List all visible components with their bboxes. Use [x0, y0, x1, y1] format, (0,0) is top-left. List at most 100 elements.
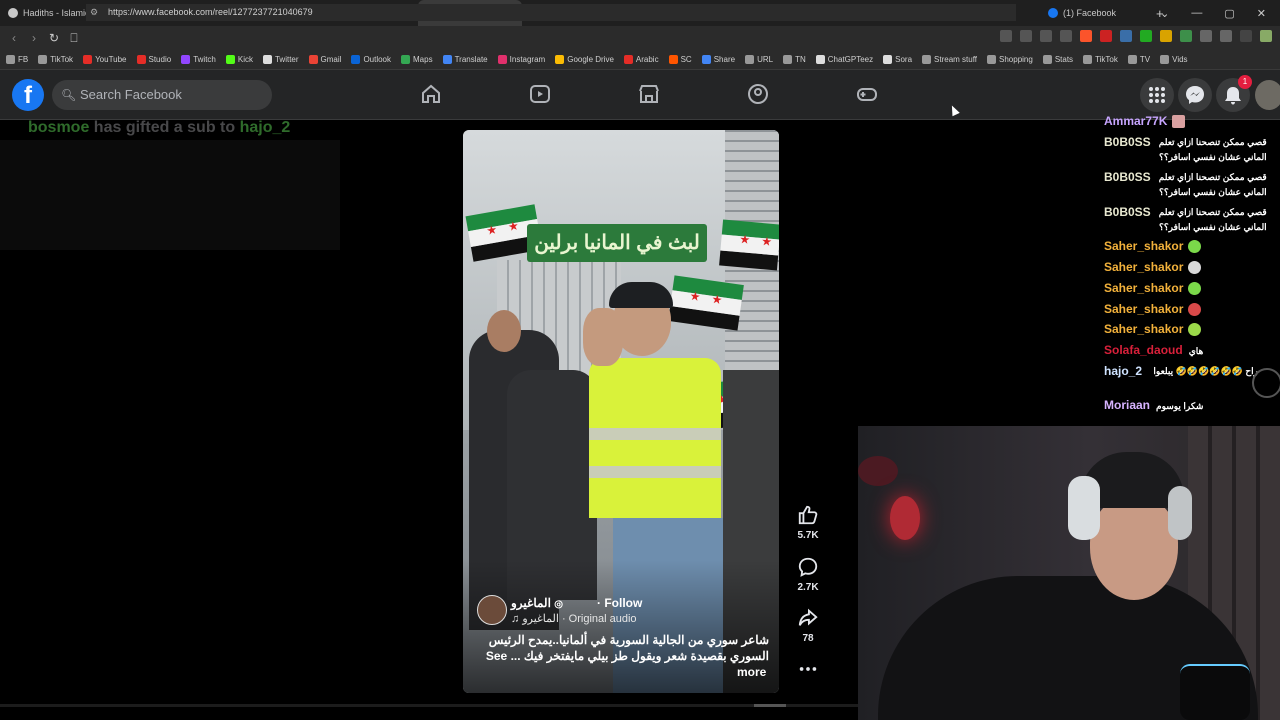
chat-username[interactable]: Saher_shakor [1104, 302, 1183, 316]
bookmark-item[interactable]: Outlook [351, 55, 391, 64]
more-dots-icon [799, 667, 817, 671]
bookmark-icon [262, 55, 272, 64]
back-icon[interactable]: ‹ [4, 31, 24, 45]
bookmark-item[interactable]: Maps [401, 55, 433, 64]
marketplace-icon[interactable] [637, 82, 661, 106]
bookmark-icon[interactable]: ⎕ [64, 31, 84, 46]
bookmark-item[interactable]: ChatGPTeez [815, 55, 873, 64]
bookmark-item[interactable]: Share [701, 55, 736, 64]
bookmark-item[interactable]: FB [6, 55, 28, 64]
reel-author-name[interactable]: الماغيرو ◎ [511, 596, 563, 610]
puzzle-icon[interactable] [1200, 30, 1212, 42]
bookmark-item[interactable]: Sora [883, 55, 912, 64]
see-more-link[interactable]: more [737, 665, 766, 679]
chat-username[interactable]: Saher_shakor [1104, 239, 1183, 253]
bookmark-item[interactable]: Kick [225, 55, 253, 64]
microphone [1180, 664, 1250, 720]
sidepanel-icon[interactable] [1220, 30, 1232, 42]
bookmark-item[interactable]: URL [745, 55, 773, 64]
bookmark-item[interactable]: Translate [442, 55, 488, 64]
close-window-icon[interactable]: ✕ [1257, 7, 1266, 20]
menu-grid-icon[interactable] [1140, 78, 1174, 112]
site-info-icon[interactable]: ⚙ [90, 4, 98, 21]
bookmark-label: Twitter [274, 55, 299, 64]
maximize-icon[interactable]: ▢ [1224, 7, 1234, 20]
reel-author-avatar[interactable] [477, 595, 507, 625]
bookmark-item[interactable]: Arabic [623, 55, 659, 64]
reload-icon[interactable]: ↻ [44, 31, 64, 45]
search-placeholder: Search Facebook [80, 87, 182, 102]
groups-icon[interactable] [746, 82, 770, 106]
gaming-icon[interactable] [855, 82, 879, 106]
bookmark-item[interactable]: TikTok [38, 55, 73, 64]
extension-icon[interactable] [1120, 30, 1132, 42]
bookmark-item[interactable]: TV [1127, 55, 1150, 64]
bookmark-label: Gmail [320, 55, 342, 64]
follow-button[interactable]: · Follow [597, 596, 642, 610]
bookmark-label: Share [713, 55, 736, 64]
zoom-icon[interactable] [1020, 30, 1032, 42]
search-input[interactable]: 🔍︎ Search Facebook [52, 80, 272, 110]
account-avatar[interactable] [1255, 80, 1280, 110]
bookmark-item[interactable]: SC [668, 55, 692, 64]
more-options-button[interactable] [794, 658, 822, 684]
bookmark-item[interactable]: Studio [136, 55, 171, 64]
extension-icon[interactable] [1180, 30, 1192, 42]
like-button[interactable]: 5.7K [794, 504, 822, 541]
bookmark-item[interactable]: Stats [1042, 55, 1073, 64]
chat-username[interactable]: hajo_2 [1104, 364, 1142, 378]
chat-username[interactable]: B0B0SS [1104, 135, 1151, 149]
extension-icon[interactable] [1140, 30, 1152, 42]
facebook-logo[interactable]: f [12, 79, 44, 111]
chat-username[interactable]: B0B0SS [1104, 170, 1151, 184]
comment-button[interactable]: 2.7K [794, 556, 822, 593]
chat-username[interactable]: Saher_shakor [1104, 281, 1183, 295]
brave-icon[interactable] [1080, 30, 1092, 42]
window-controls: ⌄ — ▢ ✕ [1160, 0, 1280, 26]
bookmark-item[interactable]: Instagram [497, 55, 545, 64]
chat-username[interactable]: Solafa_daoud [1104, 343, 1183, 357]
tab-search-chevron-icon[interactable]: ⌄ [1160, 7, 1169, 20]
chat-username[interactable]: B0B0SS [1104, 205, 1151, 219]
bookmark-item[interactable]: Vids [1160, 55, 1188, 64]
share-icon[interactable] [1040, 30, 1052, 42]
address-bar[interactable]: ⚙ https://www.facebook.com/reel/12772377… [86, 4, 1016, 21]
chat-username[interactable]: Ammar77K [1104, 114, 1167, 128]
music-icon[interactable] [1240, 30, 1252, 42]
browser-tab[interactable]: (1) Facebook [1042, 0, 1146, 26]
bookmark-icon [136, 55, 146, 64]
extension-icon[interactable] [1160, 30, 1172, 42]
cast-icon[interactable] [1000, 30, 1012, 42]
bookmark-item[interactable]: Twitter [262, 55, 299, 64]
bookmark-item[interactable]: Gmail [308, 55, 342, 64]
star-icon[interactable] [1060, 30, 1072, 42]
forward-icon[interactable]: › [24, 31, 44, 45]
bookmark-label: Kick [237, 55, 253, 64]
chat-scroll-icon[interactable] [1252, 368, 1280, 398]
bookmark-label: Sora [895, 55, 913, 64]
chat-text: قصي ممكن تنصحنا ازاي تعلم الماني عشان نف… [1158, 137, 1267, 162]
chat-username[interactable]: Saher_shakor [1104, 322, 1183, 336]
reel-audio[interactable]: ♫ الماغيرو · Original audio [511, 612, 637, 625]
chat-username[interactable]: Saher_shakor [1104, 260, 1183, 274]
bookmark-item[interactable]: Google Drive [555, 55, 614, 64]
bookmark-item[interactable]: Twitch [181, 55, 216, 64]
chat-message: Saher_shakor [1104, 302, 1202, 317]
bookmark-item[interactable]: TikTok [1083, 55, 1118, 64]
bookmark-item[interactable]: Shopping [987, 55, 1033, 64]
messenger-icon[interactable] [1178, 78, 1212, 112]
reel-video[interactable]: لبث في المانيا برلين الماغيرو ◎ · Follow… [463, 130, 779, 693]
adblock-icon[interactable] [1100, 30, 1112, 42]
bookmark-item[interactable]: TN [783, 55, 806, 64]
share-button[interactable]: 78 [794, 607, 822, 644]
chat-message: Saher_shakor [1104, 322, 1202, 337]
minimize-icon[interactable]: — [1191, 7, 1202, 19]
webcam-light [890, 496, 920, 540]
home-icon[interactable] [419, 82, 443, 106]
reels-icon[interactable] [528, 82, 552, 106]
video-progress-bar[interactable] [0, 704, 858, 707]
profile-icon[interactable] [1260, 30, 1272, 42]
chat-username[interactable]: Moriaan [1104, 398, 1150, 412]
bookmark-item[interactable]: YouTube [83, 55, 127, 64]
bookmark-item[interactable]: Stream stuff [922, 55, 977, 64]
